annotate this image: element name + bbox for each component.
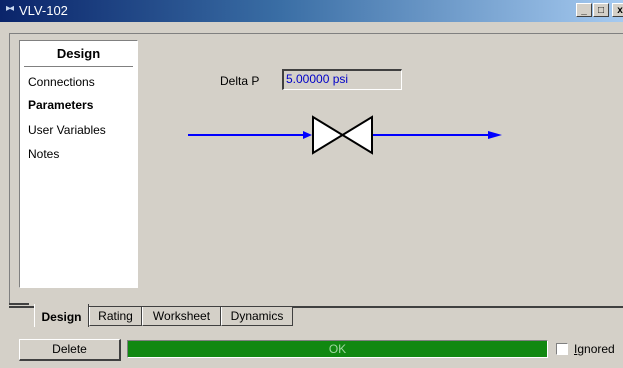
delete-button[interactable]: Delete bbox=[19, 339, 121, 361]
ignored-checkbox[interactable] bbox=[556, 343, 568, 355]
tab-design[interactable]: Design bbox=[34, 304, 89, 327]
valve-icon[interactable] bbox=[312, 115, 373, 155]
tab-worksheet[interactable]: Worksheet bbox=[142, 307, 221, 326]
inlet-arrow-icon bbox=[303, 131, 312, 139]
status-bar: OK bbox=[127, 340, 548, 358]
outlet-arrow-icon bbox=[488, 131, 502, 139]
tab-rating[interactable]: Rating bbox=[89, 307, 142, 326]
tab-separator-notch bbox=[9, 303, 29, 305]
tab-dynamics[interactable]: Dynamics bbox=[221, 307, 293, 326]
ignored-label[interactable]: Ignored bbox=[574, 342, 615, 356]
